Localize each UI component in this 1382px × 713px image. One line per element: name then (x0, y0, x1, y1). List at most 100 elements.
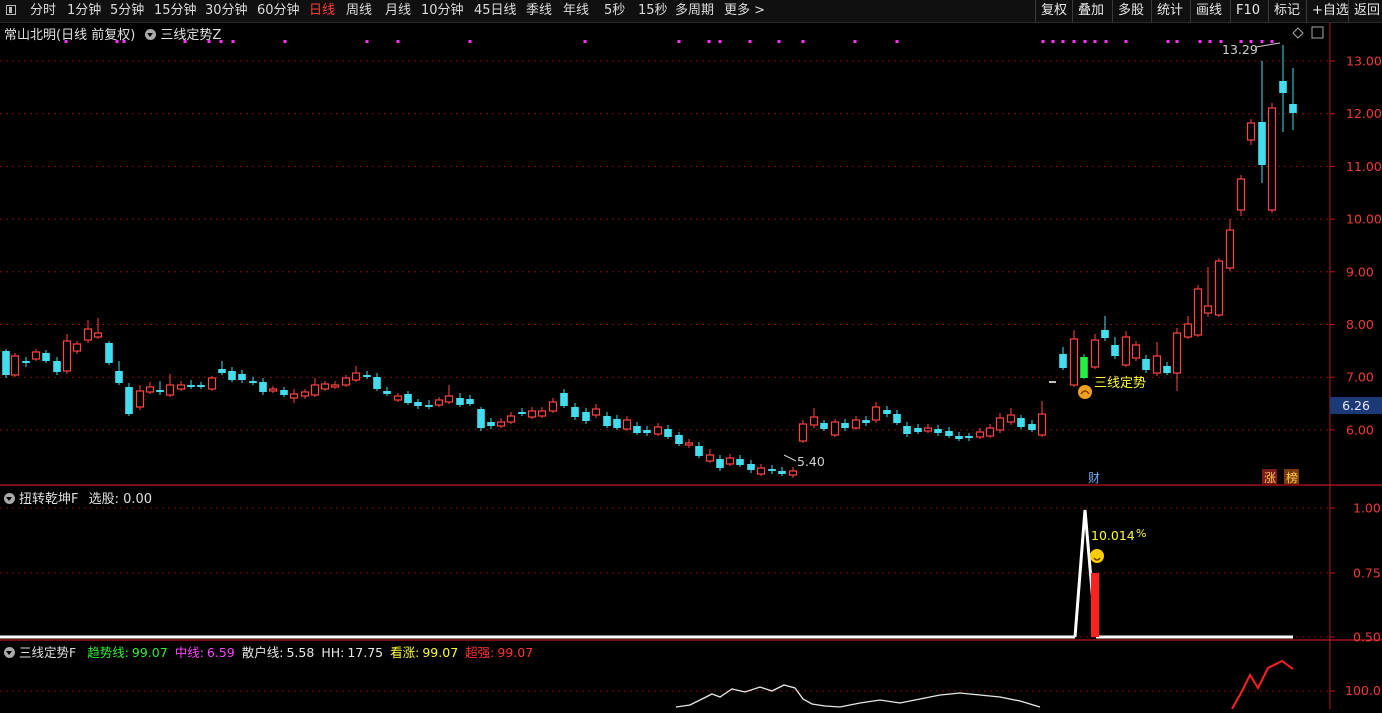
candle-down (633, 426, 641, 433)
period-tab-12[interactable]: 年线 (563, 2, 589, 20)
y-tick-label: 10.00 (1346, 212, 1382, 227)
toolbar-button-3[interactable]: 统计 (1151, 0, 1190, 22)
candle-up (268, 388, 278, 392)
chart-area[interactable]: 13.00 12.00 11.00 10.00 9.00 8.00 7.00 6.00 6.26… (0, 23, 1382, 710)
period-tab-14[interactable]: 15秒 (638, 2, 668, 20)
toolbar-button-8[interactable]: 返回 (1348, 0, 1382, 22)
candle-up (591, 408, 601, 416)
period-tab-2[interactable]: 5分钟 (110, 2, 144, 20)
sub2-field-value-1: 6.59 (206, 645, 235, 660)
sub1-dropdown-icon[interactable] (4, 493, 15, 504)
sub2-field-value-4: 99.07 (422, 645, 459, 660)
toolbar-button-1[interactable]: 叠加 (1072, 0, 1112, 22)
signal-dot (853, 40, 857, 43)
candle-down (487, 422, 495, 426)
candle-down (477, 409, 485, 428)
candle-up (300, 391, 310, 397)
signal-dot (1072, 40, 1076, 43)
toolbar-button-2[interactable]: 多股 (1112, 0, 1151, 22)
sub1-title: 扭转乾坤F (19, 492, 79, 507)
period-tab-8[interactable]: 月线 (385, 2, 411, 20)
candle-down (736, 459, 744, 465)
candle-up (985, 427, 995, 437)
candle-down (1279, 81, 1287, 93)
candle-up (1152, 355, 1162, 374)
candle-up (72, 343, 82, 352)
period-tab-11[interactable]: 季线 (526, 2, 552, 20)
candle-up (1183, 323, 1193, 338)
candle-down (643, 430, 651, 433)
signal-dot (1124, 40, 1128, 43)
candle-down (1163, 366, 1171, 373)
candle-up (496, 421, 506, 427)
period-tab-6[interactable]: 日线 (309, 2, 335, 20)
candle-up (351, 372, 361, 381)
toolbar-button-6[interactable]: 标记 (1268, 0, 1306, 22)
period-tab-9[interactable]: 10分钟 (421, 2, 464, 20)
candle-up (393, 395, 403, 401)
candle-down (53, 361, 61, 372)
toolbar-button-7[interactable]: +自选 (1306, 0, 1349, 22)
period-tab-0[interactable]: 分时 (30, 2, 56, 20)
badge-rank: 榜 (1286, 470, 1298, 485)
period-tab-3[interactable]: 15分钟 (154, 2, 197, 20)
candle-up (145, 386, 155, 393)
candle-down (2, 351, 10, 375)
candle-down (1028, 424, 1036, 430)
signal-dot (583, 40, 587, 43)
candle-up (653, 426, 663, 435)
candle-up (1225, 229, 1235, 269)
current-price-label: 6.26 (1342, 398, 1370, 413)
sub2-red-line (1231, 659, 1294, 710)
period-tab-4[interactable]: 30分钟 (205, 2, 248, 20)
candle-down (259, 382, 267, 392)
candle-up (176, 384, 186, 390)
period-tab-5[interactable]: 60分钟 (257, 2, 300, 20)
signal-dot (1104, 40, 1108, 43)
candle-up (330, 384, 340, 388)
main-panel-header: 常山北明(日线 前复权) 三线定势Z (4, 24, 221, 43)
signal-icon (1078, 385, 1092, 399)
signal-label: 三线定势 (1094, 375, 1146, 391)
high-price-label: 13.29 (1222, 42, 1258, 57)
period-tab-10[interactable]: 45日线 (474, 2, 517, 20)
period-tab-13[interactable]: 5秒 (604, 2, 625, 20)
candle-up (788, 470, 798, 476)
layout-toggle-icon[interactable] (6, 5, 16, 15)
candle-up (135, 390, 145, 408)
sub2-field-label-3: HH: (321, 645, 345, 660)
y-tick-label: 9.00 (1346, 264, 1374, 279)
toolbar-button-5[interactable]: F10 (1230, 0, 1268, 22)
signal-dot (1208, 40, 1212, 43)
signal-dot (1061, 40, 1065, 43)
candle-up (871, 406, 881, 421)
candle-down (115, 371, 123, 383)
sub2-field-value-2: 5.58 (286, 645, 315, 660)
candle-up (756, 467, 766, 475)
indicator-dropdown-icon[interactable] (145, 29, 157, 40)
candle-up (10, 355, 20, 376)
toolbar-button-4[interactable]: 画线 (1190, 0, 1230, 22)
kline-chart[interactable]: 13.00 12.00 11.00 10.00 9.00 8.00 7.00 6.00 6.26… (0, 23, 1382, 710)
diamond-icon (1292, 27, 1304, 39)
candle-up (165, 384, 175, 396)
candle-up (1236, 178, 1246, 211)
period-tab-1[interactable]: 1分钟 (67, 2, 101, 20)
candle-down (425, 405, 433, 407)
sub2-dropdown-icon[interactable] (4, 647, 15, 658)
candle-up (1203, 305, 1213, 314)
candle-up (1172, 332, 1182, 374)
signal-dot (895, 40, 899, 43)
candle-signal (1080, 357, 1088, 378)
toolbar-button-0[interactable]: 复权 (1035, 0, 1072, 22)
candle-down (1059, 354, 1067, 368)
sub1-annotation-unit: % (1136, 527, 1146, 540)
sub2-title: 三线定势F (19, 645, 77, 660)
candle-down (249, 381, 257, 383)
period-tab-15[interactable]: 多周期 (675, 2, 714, 20)
candle-down (862, 420, 870, 423)
period-tab-7[interactable]: 周线 (346, 2, 372, 20)
period-tab-16[interactable]: 更多 > (724, 2, 765, 20)
candle-down (197, 385, 205, 387)
candle-up (1214, 260, 1224, 316)
